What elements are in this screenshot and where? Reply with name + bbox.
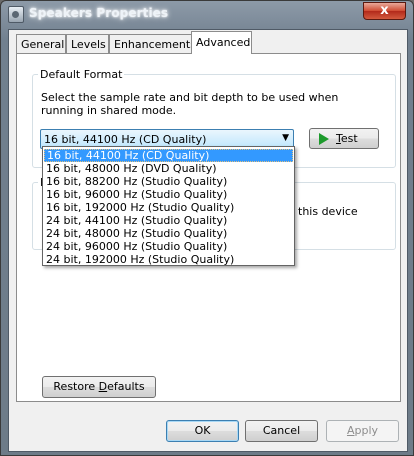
exclusive-mode-text: this device — [298, 205, 358, 218]
tab-enhancements[interactable]: Enhancements — [109, 34, 196, 53]
sample-rate-options-list[interactable]: 16 bit, 44100 Hz (CD Quality) 16 bit, 48… — [42, 146, 295, 266]
play-icon — [319, 133, 329, 145]
restore-defaults-button[interactable]: Restore Defaults — [42, 376, 156, 398]
sample-rate-option[interactable]: 16 bit, 44100 Hz (CD Quality) — [44, 149, 293, 162]
sample-rate-option[interactable]: 24 bit, 48000 Hz (Studio Quality) — [44, 227, 293, 240]
close-icon[interactable]: x — [363, 2, 406, 20]
test-button-label: Test — [336, 132, 358, 145]
tab-advanced[interactable]: Advanced — [191, 31, 252, 54]
ok-button[interactable]: OK — [166, 420, 239, 442]
window-title: Speakers Properties — [29, 6, 169, 20]
test-button[interactable]: Test — [309, 128, 379, 149]
sample-rate-selected-value: 16 bit, 44100 Hz (CD Quality) — [44, 133, 207, 146]
tab-general[interactable]: General — [16, 34, 66, 53]
title-bar[interactable]: Speakers Properties x — [1, 1, 413, 29]
sample-rate-option[interactable]: 24 bit, 192000 Hz (Studio Quality) — [44, 253, 293, 266]
sample-rate-option[interactable]: 16 bit, 48000 Hz (DVD Quality) — [44, 162, 293, 175]
default-format-description: Select the sample rate and bit depth to … — [41, 91, 339, 117]
sample-rate-option[interactable]: 24 bit, 44100 Hz (Studio Quality) — [44, 214, 293, 227]
tab-levels[interactable]: Levels — [66, 34, 109, 53]
sample-rate-option[interactable]: 24 bit, 96000 Hz (Studio Quality) — [44, 240, 293, 253]
cancel-button[interactable]: Cancel — [245, 420, 318, 442]
sample-rate-option[interactable]: 16 bit, 192000 Hz (Studio Quality) — [44, 201, 293, 214]
sample-rate-option[interactable]: 16 bit, 88200 Hz (Studio Quality) — [44, 175, 293, 188]
default-format-title: Default Format — [38, 68, 125, 81]
speaker-icon — [8, 6, 24, 23]
sample-rate-option[interactable]: 16 bit, 96000 Hz (Studio Quality) — [44, 188, 293, 201]
apply-button[interactable]: Apply — [326, 420, 399, 442]
chevron-down-icon[interactable]: ▼ — [282, 133, 289, 143]
